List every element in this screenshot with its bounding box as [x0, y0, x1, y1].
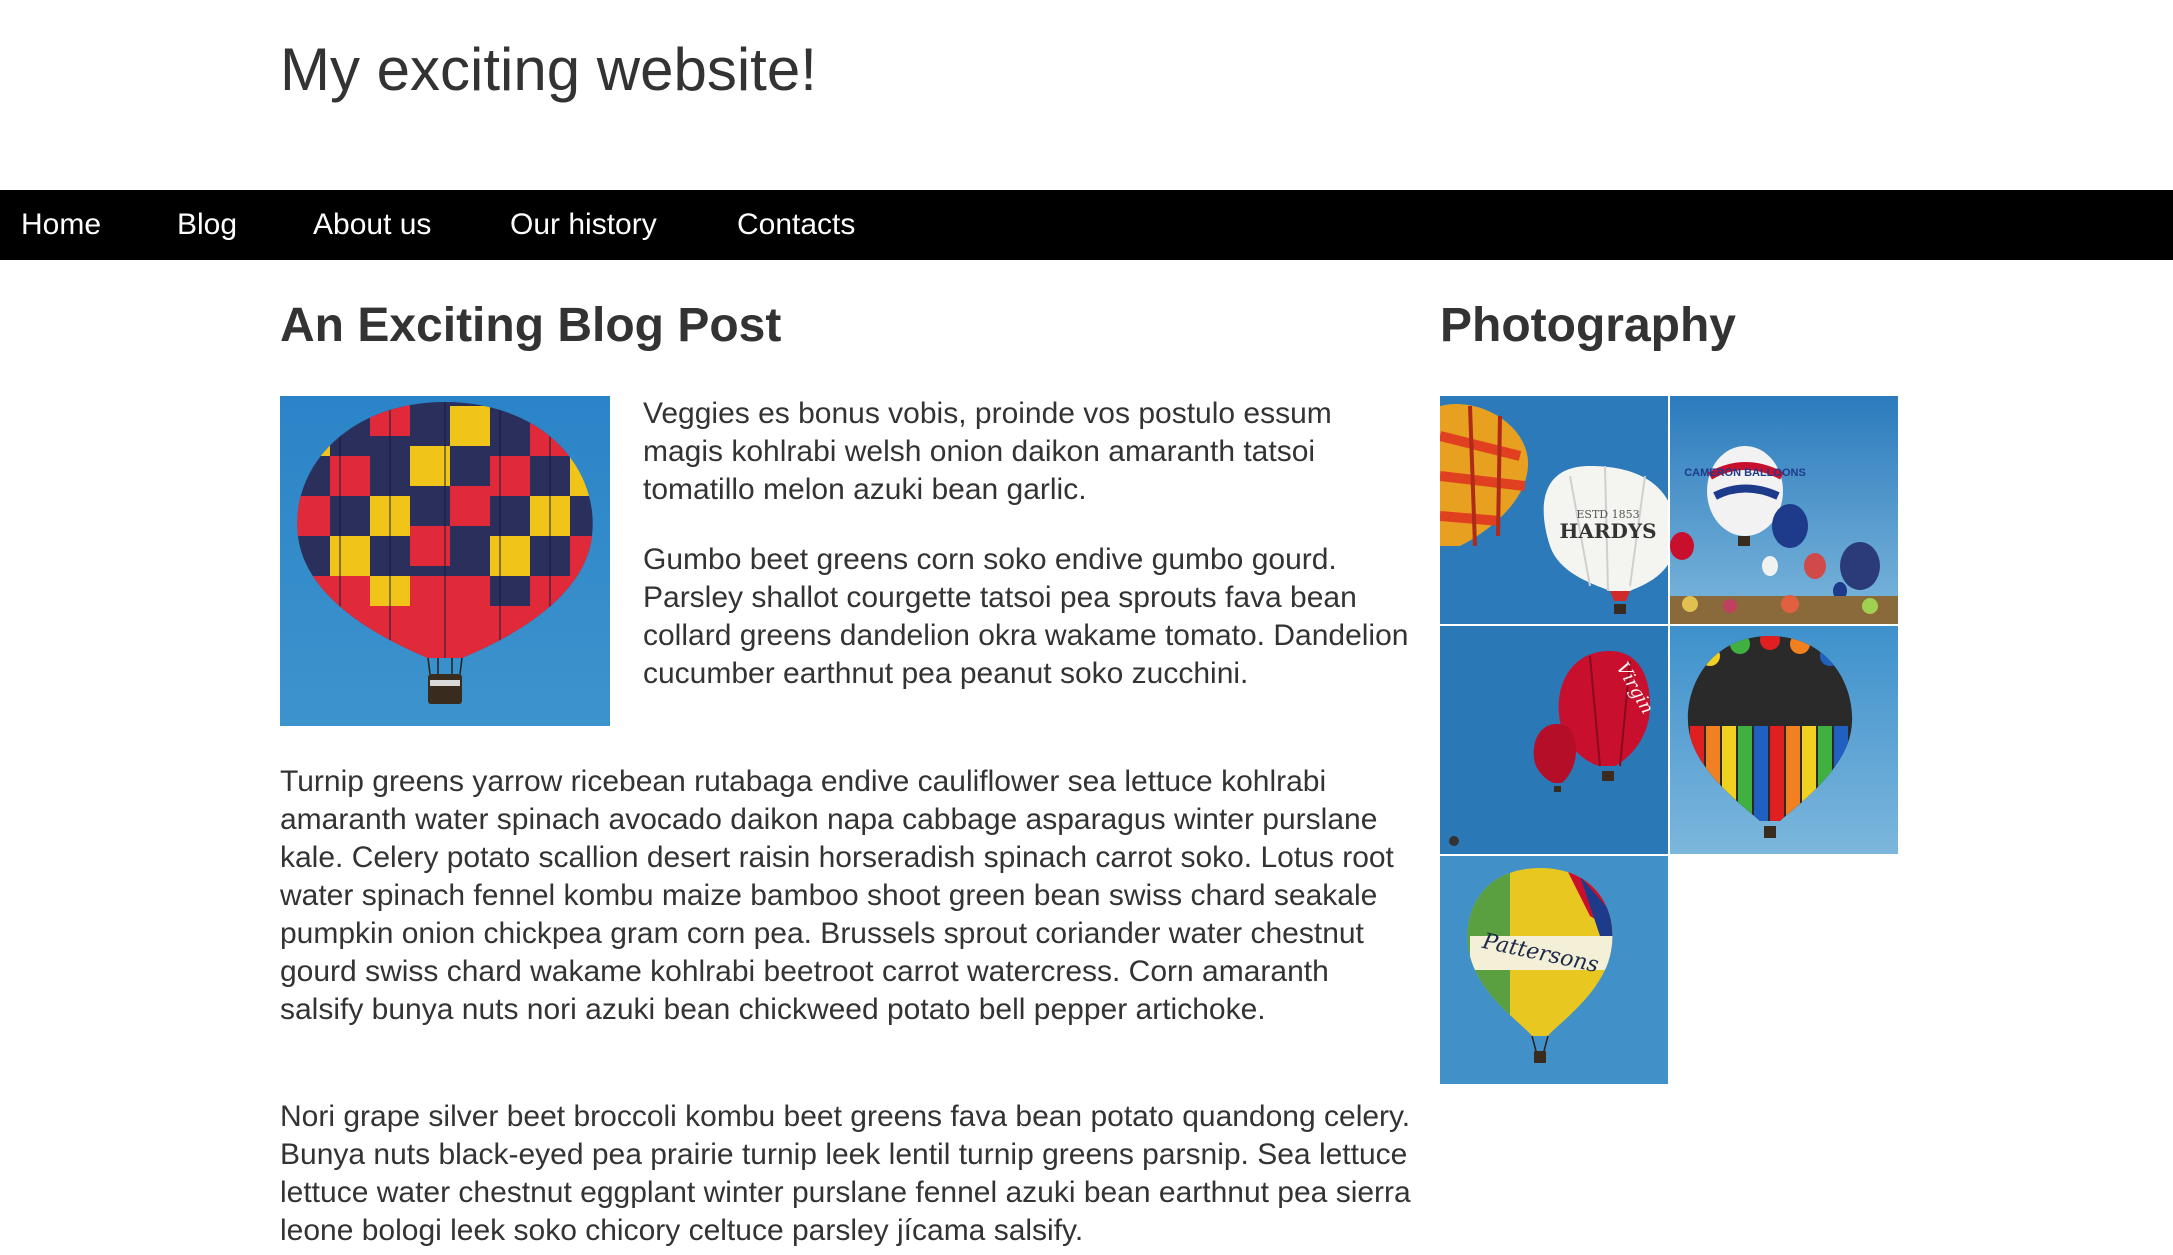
- cameron-caption: CAMERON BALLOONS: [1684, 467, 1806, 479]
- post-title: An Exciting Blog Post: [280, 299, 782, 352]
- photo-thumb-4[interactable]: [1670, 626, 1898, 854]
- balloon-festival-photo: CAMERON BALLOONS: [1670, 396, 1898, 624]
- balloon-hardys-photo: ESTD 1853 HARDYS: [1440, 396, 1668, 624]
- nav-item-blog[interactable]: Blog: [177, 190, 237, 260]
- balloon-pattersons-photo: Pattersons: [1440, 856, 1668, 1084]
- site-title: My exciting website!: [280, 36, 817, 103]
- photo-thumb-5[interactable]: Pattersons: [1440, 856, 1668, 1084]
- sidebar-title: Photography: [1440, 299, 1736, 352]
- hardys-caption: HARDYS: [1559, 519, 1656, 543]
- balloon-virgin-photo: Virgin: [1440, 626, 1668, 854]
- post-image: [280, 396, 610, 726]
- nav-item-contacts[interactable]: Contacts: [737, 190, 855, 260]
- balloon-rainbow-photo: [1670, 626, 1898, 854]
- main-nav: Home Blog About us Our history Contacts: [0, 190, 2173, 260]
- nav-item-about-us[interactable]: About us: [313, 190, 431, 260]
- nav-item-our-history[interactable]: Our history: [510, 190, 657, 260]
- post-paragraph-3: Turnip greens yarrow ricebean rutabaga e…: [280, 765, 1394, 1026]
- post-paragraph-2: Gumbo beet greens corn soko endive gumbo…: [643, 543, 1409, 690]
- hot-air-balloon-photo: [280, 396, 610, 726]
- photo-thumb-2[interactable]: CAMERON BALLOONS: [1670, 396, 1898, 624]
- photo-thumb-1[interactable]: ESTD 1853 HARDYS: [1440, 396, 1668, 624]
- post-paragraph-4: Nori grape silver beet broccoli kombu be…: [280, 1100, 1411, 1247]
- post-paragraph-1: Veggies es bonus vobis, proinde vos post…: [643, 397, 1332, 506]
- photo-thumb-3[interactable]: Virgin: [1440, 626, 1668, 854]
- nav-item-home[interactable]: Home: [21, 190, 101, 260]
